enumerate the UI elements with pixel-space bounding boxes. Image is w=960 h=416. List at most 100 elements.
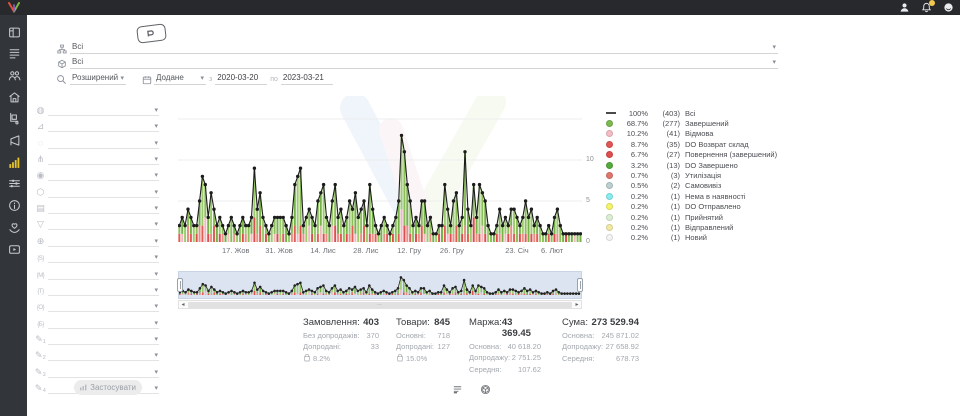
legend-label: DO Отправлено [685,202,741,211]
filter-dropdown[interactable]: ▾ [48,348,159,361]
analytics-chart-icon[interactable] [7,155,21,169]
x-tick-label: 28. Лис [353,246,378,255]
notifications-bell-icon[interactable] [920,2,932,14]
search-mode-select[interactable]: Розширений▾ [70,73,126,85]
y-tick-label: 0 [586,238,590,245]
filter-dropdown[interactable]: ▾ [48,299,159,312]
supply-cart-icon[interactable] [7,112,21,126]
filter-dropdown[interactable]: ▾ [48,283,159,296]
products-globe-icon[interactable] [479,383,491,395]
product-filter-input[interactable]: Всі▾ [70,57,778,69]
date-from-input[interactable]: 2020-03-20 [215,73,267,85]
legend-count: (1) [648,223,680,232]
stat-sub-label: Без допродажів: [303,331,360,340]
legend-item[interactable]: 0.2%(1)Прийнятий [606,212,796,222]
customers-icon[interactable] [7,68,21,82]
chevron-down-icon: ▾ [154,172,158,179]
filter-dropdown[interactable]: ▾ [48,103,159,116]
filter-dropdown[interactable]: ▾ [48,365,159,378]
stat-goods: Товари:845Основні:718Допродані:12715.0% [396,317,450,363]
legend-dot-swatch [606,172,618,179]
legend-item[interactable]: 10.2%(41)Відмова [606,129,796,139]
filter-dropdown[interactable]: ▾ [48,267,159,280]
chevron-down-icon: ▾ [154,238,158,245]
store-icon[interactable] [7,90,21,104]
legend-item[interactable]: 0.2%(1)Новий [606,233,796,243]
filter-dropdown[interactable]: ▾ [48,234,159,247]
list-view-icon[interactable] [451,383,463,395]
filter-row-5: ◉▾ [33,166,159,181]
stat-sub-label: Основна: [562,331,594,340]
legend-percent: 8.7% [618,140,648,149]
legend-item[interactable]: 0.2%(1)DO Отправлено [606,202,796,212]
stat-label: Маржа: [469,317,502,339]
legend-item[interactable]: 3.2%(13)DO Завершено [606,160,796,170]
chart-navigator[interactable] [178,271,582,299]
filter-row-12: {Т}▾ [33,281,159,296]
info-icon[interactable] [7,199,21,213]
chevron-down-icon: ▾ [120,75,124,82]
legend-item[interactable]: 6.7%(27)Повернення (завершений) [606,150,796,160]
filter-dropdown[interactable]: ▾ [48,201,159,214]
filter-dropdown[interactable]: ▾ [48,185,159,198]
filter-dropdown[interactable]: ▾ [48,316,159,329]
legend-label: Повернення (завершений) [685,150,777,159]
x-tick-label: 23. Січ [505,246,529,255]
user-icon[interactable] [898,2,910,14]
legend-percent: 68.7% [618,119,648,128]
legend-item[interactable]: 0.5%(2)Самовивіз [606,181,796,191]
app-logo-icon[interactable] [8,2,20,13]
chevron-down-icon: ▾ [154,336,158,343]
date-field-select[interactable]: Додане▾ [154,73,206,85]
filter-row-15: ✎₁▾ [33,330,159,345]
scroll-right-icon[interactable]: ▸ [573,301,581,308]
main-chart[interactable] [178,96,582,244]
scrollbar-thumb[interactable]: ⋯ [188,302,572,308]
stat-sub-label: Основні: [396,331,426,340]
filter-dropdown[interactable]: ▾ [48,332,159,345]
legend-item[interactable]: 68.7%(277)Завершений [606,118,796,128]
upsell-percent: 8.2% [313,354,330,363]
marketing-icon[interactable] [7,134,21,148]
category-filter-row: Всі▾ [54,42,778,54]
filter-dropdown[interactable]: ▾ [48,217,159,230]
filter-row-14: {Б}▾ [33,314,159,329]
partners-icon[interactable] [7,220,21,234]
stat-sub-value: 127 [437,342,450,351]
filter-dropdown[interactable]: ▾ [48,136,159,149]
panel-badge-icon[interactable] [136,23,167,43]
apply-filters-button[interactable]: Застосувати [74,380,142,395]
orders-list-icon[interactable] [7,47,21,61]
filter-dropdown[interactable]: ▾ [48,250,159,263]
legend-item[interactable]: 8.7%(35)DO Возврат склад [606,139,796,149]
filter-dropdown[interactable]: ▾ [48,119,159,132]
chevron-down-icon: ▾ [154,271,158,278]
category-filter-input[interactable]: Всі▾ [70,42,778,54]
stat-sub-value: 678.73 [616,354,639,363]
legend-label: DO Завершено [685,161,738,170]
navigator-right-handle[interactable] [577,278,583,292]
date-to-label: по [267,76,281,85]
avatar-icon[interactable] [942,2,954,14]
legend-item[interactable]: 0.7%(3)Утилізація [606,170,796,180]
dashboard-icon[interactable] [7,25,21,39]
navigator-left-handle[interactable] [177,278,183,292]
video-tutorials-icon[interactable] [7,242,21,256]
chart-scrollbar[interactable]: ◂ ⋯ ▸ [178,300,582,309]
scroll-left-icon[interactable]: ◂ [179,301,187,308]
legend-item[interactable]: 100%(403)Всі [606,108,796,118]
y-tick-label: 5 [586,197,590,204]
legend-item[interactable]: 0.2%(1)Відправлений [606,222,796,232]
date-to-input[interactable]: 2023-03-21 [281,73,333,85]
filter-dropdown[interactable]: ▾ [48,168,159,181]
chevron-down-icon: ▾ [154,352,158,359]
legend-item[interactable]: 0.2%(1)Нема в наявності [606,191,796,201]
settings-sliders-icon[interactable] [7,177,21,191]
filter-row-2: ⊿▾ [33,117,159,132]
stat-value: 43 369.45 [502,317,541,339]
filter-row-17: ✎₃▾ [33,363,159,378]
stat-sub-label: Допродажу: [469,353,510,362]
filter-dropdown[interactable]: ▾ [48,152,159,165]
legend-count: (13) [648,161,680,170]
search-icon[interactable] [53,74,70,85]
